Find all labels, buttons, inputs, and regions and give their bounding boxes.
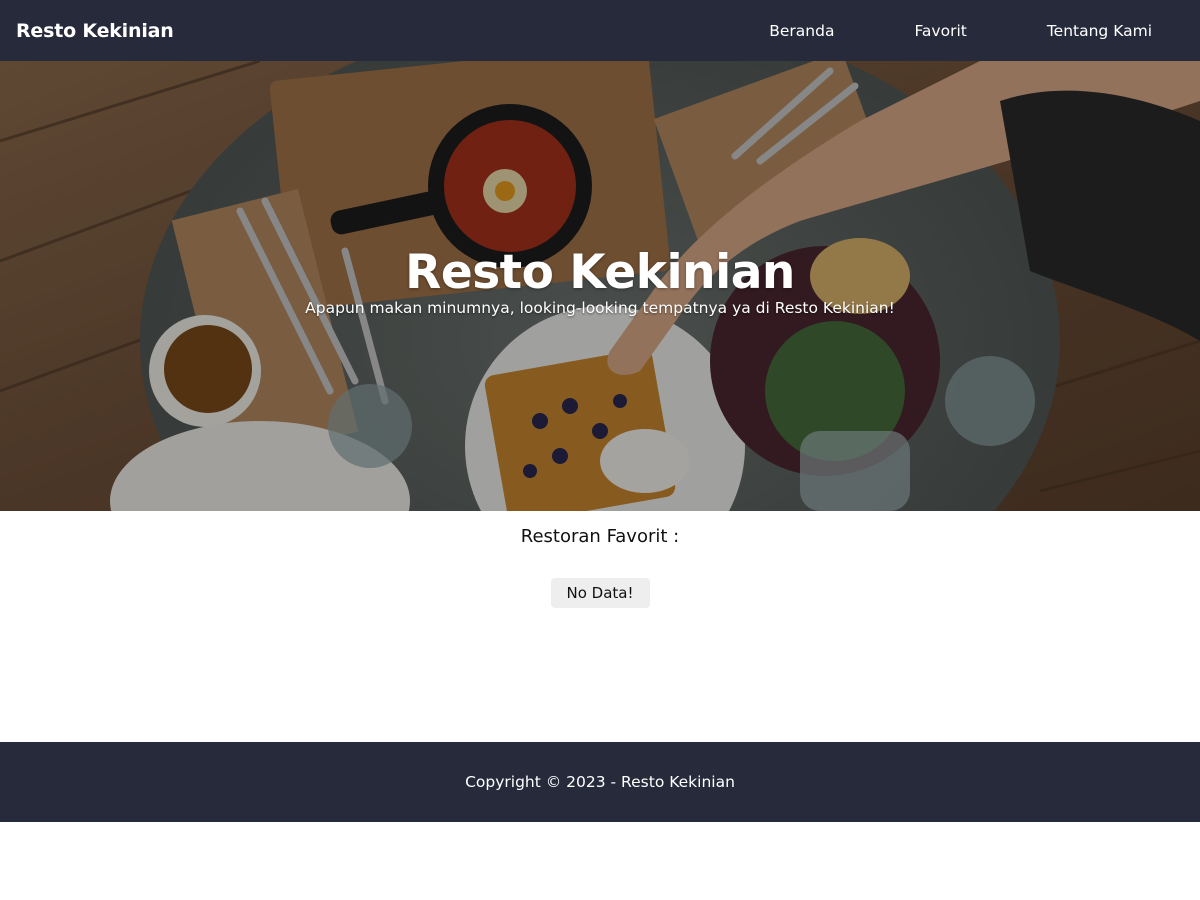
hero-tagline: Apapun makan minumnya, looking-looking t… <box>305 298 895 317</box>
nav-link-tentang-kami[interactable]: Tentang Kami <box>1007 0 1184 61</box>
favorites-heading: Restoran Favorit : <box>520 526 680 547</box>
nav-link-favorit[interactable]: Favorit <box>874 0 1006 61</box>
empty-state-message: No Data! <box>550 578 650 608</box>
favorites-section: Restoran Favorit : No Data! <box>0 511 1200 742</box>
footer: Copyright © 2023 - Resto Kekinian <box>0 742 1200 822</box>
copyright-text: Copyright © 2023 - Resto Kekinian <box>465 773 735 791</box>
hero-section: Resto Kekinian Apapun makan minumnya, lo… <box>0 61 1200 511</box>
hero-title: Resto Kekinian <box>405 245 795 300</box>
brand-logo[interactable]: Resto Kekinian <box>16 20 174 42</box>
hero-text: Resto Kekinian Apapun makan minumnya, lo… <box>0 249 1200 318</box>
nav-menu: Beranda Favorit Tentang Kami <box>729 0 1184 61</box>
nav-link-beranda[interactable]: Beranda <box>729 0 874 61</box>
navbar: Resto Kekinian Beranda Favorit Tentang K… <box>0 0 1200 61</box>
